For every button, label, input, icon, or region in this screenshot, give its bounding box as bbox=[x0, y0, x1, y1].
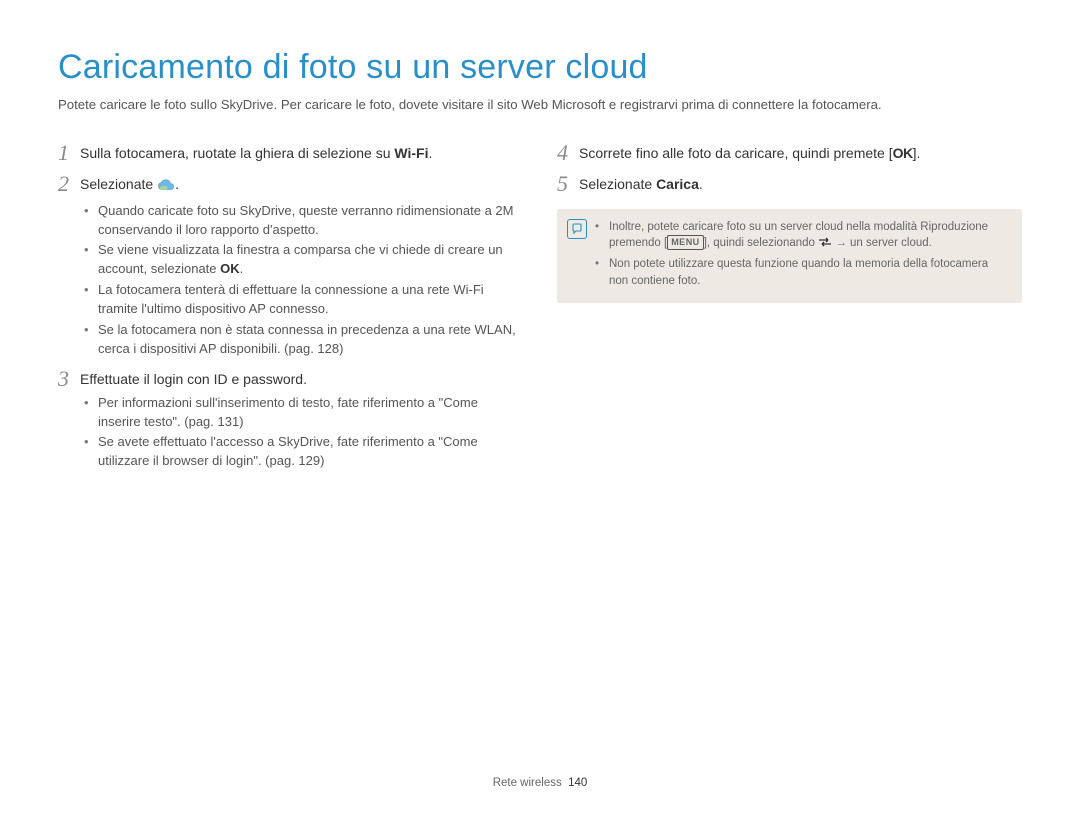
ok-glyph: OK bbox=[893, 145, 913, 161]
left-column: 1 Sulla fotocamera, ruotate la ghiera di… bbox=[58, 132, 523, 475]
step-2: 2 Selezionate . bbox=[58, 171, 523, 197]
step-number: 3 bbox=[58, 368, 80, 390]
list-item: Non potete utilizzare questa funzione qu… bbox=[595, 256, 1008, 289]
cloud-icon bbox=[157, 177, 175, 197]
note-icon-badge bbox=[567, 219, 587, 239]
page-title: Caricamento di foto su un server cloud bbox=[58, 48, 1022, 87]
step-number: 2 bbox=[58, 173, 80, 195]
step-2-bullets: Quando caricate foto su SkyDrive, queste… bbox=[84, 202, 523, 359]
text: → un server cloud. bbox=[832, 237, 932, 249]
list-item: Se avete effettuato l'accesso a SkyDrive… bbox=[84, 433, 523, 471]
step-text: Selezionate . bbox=[80, 174, 179, 197]
text: . bbox=[175, 176, 179, 192]
swap-icon bbox=[818, 236, 832, 254]
right-column: 4 Scorrete fino alle foto da caricare, q… bbox=[557, 132, 1022, 475]
text: Selezionate bbox=[579, 176, 656, 192]
step-text: Effettuate il login con ID e password. bbox=[80, 369, 307, 389]
step-text: Sulla fotocamera, ruotate la ghiera di s… bbox=[80, 143, 432, 163]
text: ], quindi selezionando bbox=[704, 237, 818, 249]
note-box: Inoltre, potete caricare foto su un serv… bbox=[557, 209, 1022, 304]
footer-section: Rete wireless bbox=[493, 777, 562, 789]
two-column-layout: 1 Sulla fotocamera, ruotate la ghiera di… bbox=[58, 132, 1022, 475]
step-3: 3 Effettuate il login con ID e password. bbox=[58, 366, 523, 389]
footer-page-number: 140 bbox=[568, 777, 587, 789]
ok-label: OK bbox=[220, 261, 240, 276]
text: ]. bbox=[913, 145, 921, 161]
wifi-glyph: Wi-Fi bbox=[394, 145, 428, 161]
list-item: Quando caricate foto su SkyDrive, queste… bbox=[84, 202, 523, 240]
intro-text: Potete caricare le foto sullo SkyDrive. … bbox=[58, 95, 1022, 114]
step-3-bullets: Per informazioni sull'inserimento di tes… bbox=[84, 394, 523, 471]
list-item: Se la fotocamera non è stata connessa in… bbox=[84, 321, 523, 359]
step-text: Selezionate Carica. bbox=[579, 174, 703, 194]
step-1: 1 Sulla fotocamera, ruotate la ghiera di… bbox=[58, 140, 523, 163]
bold-label: Carica bbox=[656, 176, 699, 192]
step-4: 4 Scorrete fino alle foto da caricare, q… bbox=[557, 140, 1022, 163]
page-footer: Rete wireless 140 bbox=[0, 777, 1080, 789]
list-item: La fotocamera tenterà di effettuare la c… bbox=[84, 281, 523, 319]
step-5: 5 Selezionate Carica. bbox=[557, 171, 1022, 194]
note-bullets: Inoltre, potete caricare foto su un serv… bbox=[595, 219, 1008, 292]
step-number: 5 bbox=[557, 173, 579, 195]
menu-button-glyph: MENU bbox=[667, 235, 704, 250]
step-text: Scorrete fino alle foto da caricare, qui… bbox=[579, 143, 920, 163]
text: . bbox=[429, 145, 433, 161]
note-icon bbox=[567, 219, 595, 292]
list-item: Se viene visualizzata la finestra a comp… bbox=[84, 241, 523, 279]
list-item: Inoltre, potete caricare foto su un serv… bbox=[595, 219, 1008, 254]
text: Sulla fotocamera, ruotate la ghiera di s… bbox=[80, 145, 394, 161]
text: Selezionate bbox=[80, 176, 157, 192]
manual-page: Caricamento di foto su un server cloud P… bbox=[0, 0, 1080, 815]
list-item: Per informazioni sull'inserimento di tes… bbox=[84, 394, 523, 432]
text: Scorrete fino alle foto da caricare, qui… bbox=[579, 145, 893, 161]
step-number: 4 bbox=[557, 142, 579, 164]
step-number: 1 bbox=[58, 142, 80, 164]
text: . bbox=[699, 176, 703, 192]
